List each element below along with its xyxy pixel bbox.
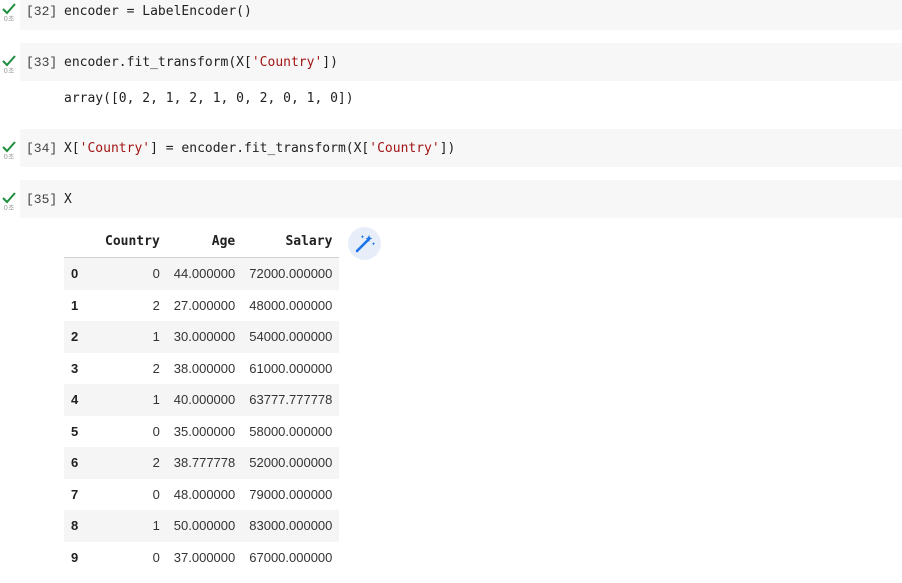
cell-country: 0	[152, 486, 160, 502]
table-row: 9 0 37.000000 67000.000000	[64, 542, 339, 574]
cell-age: 38.000000	[173, 360, 236, 376]
execution-count: [32]	[26, 4, 58, 19]
code-text: X['Country'] = encoder.fit_transform(X['…	[64, 141, 456, 156]
cell-age: 27.000000	[173, 297, 236, 313]
code-editor[interactable]	[20, 180, 902, 218]
execution-count: [35]	[26, 192, 58, 207]
execution-count: [34]	[26, 141, 58, 156]
row-index: 1	[71, 297, 79, 313]
row-index: 6	[71, 455, 79, 471]
row-index: 0	[71, 266, 79, 282]
cell-age: 38.777778	[173, 455, 236, 471]
cell-salary: 63777.777778	[249, 392, 333, 408]
table-row: 6 2 38.777778 52000.000000	[64, 447, 340, 479]
cell-salary: 52000.000000	[249, 455, 333, 471]
run-time: 0초	[3, 153, 15, 161]
run-time: 0초	[3, 204, 15, 212]
cell-age: 50.000000	[173, 518, 236, 534]
cell-country: 2	[152, 360, 160, 376]
table-row: 0 0 44.000000 72000.000000	[64, 257, 340, 290]
column-header-country: Country	[98, 226, 167, 258]
interactive-table-button[interactable]	[348, 227, 381, 260]
check-icon	[2, 3, 16, 15]
code-text: encoder = LabelEncoder()	[64, 4, 252, 19]
cell-age: 35.000000	[173, 423, 236, 439]
row-index: 3	[71, 360, 79, 376]
table-row: 1 2 27.000000 48000.000000	[64, 290, 339, 322]
cell-country: 1	[152, 518, 160, 534]
code-text: encoder.fit_transform(X['Country'])	[64, 55, 338, 70]
check-icon	[2, 192, 16, 204]
execution-count: [33]	[26, 55, 58, 70]
cell-salary: 79000.000000	[249, 486, 333, 502]
table-row: 2 1 30.000000 54000.000000	[64, 321, 340, 353]
column-header-salary: Salary	[242, 226, 340, 258]
run-time: 0초	[3, 15, 15, 23]
row-index: 5	[71, 423, 79, 439]
table-header-row: Country Age Salary	[64, 226, 340, 258]
cell-salary: 58000.000000	[249, 423, 333, 439]
row-index: 4	[71, 392, 79, 408]
run-status[interactable]: 0초	[0, 54, 18, 75]
code-text: X	[64, 192, 72, 207]
cell-country: 2	[152, 297, 160, 313]
run-status[interactable]: 0초	[0, 2, 18, 23]
cell-country: 1	[152, 392, 160, 408]
cell-country: 0	[152, 423, 160, 439]
cell-salary: 72000.000000	[249, 266, 333, 282]
row-index: 9	[71, 549, 79, 565]
table-row: 3 2 38.000000 61000.000000	[64, 353, 339, 385]
magic-wand-icon	[355, 235, 376, 253]
row-index: 8	[71, 518, 79, 534]
row-index: 2	[71, 329, 79, 345]
cell-salary: 48000.000000	[249, 297, 333, 313]
cell-salary: 54000.000000	[249, 329, 333, 345]
table-row: 7 0 48.000000 79000.000000	[64, 479, 339, 511]
check-icon	[2, 141, 16, 153]
run-status[interactable]: 0초	[0, 140, 18, 161]
cell-salary: 83000.000000	[249, 518, 333, 534]
run-status[interactable]: 0초	[0, 191, 18, 212]
cell-country: 1	[152, 329, 160, 345]
cell-country: 2	[152, 455, 160, 471]
cell-age: 40.000000	[173, 392, 236, 408]
cell-salary: 61000.000000	[249, 360, 333, 376]
cell-salary: 67000.000000	[249, 549, 333, 565]
cell-country: 0	[152, 266, 160, 282]
row-index: 7	[71, 486, 79, 502]
table-row: 4 1 40.000000 63777.777778	[64, 384, 340, 416]
cell-age: 48.000000	[173, 486, 236, 502]
index-header	[64, 226, 98, 258]
cell-output: array([0, 2, 1, 2, 1, 0, 2, 0, 1, 0])	[64, 91, 354, 106]
cell-age: 44.000000	[173, 266, 236, 282]
column-header-age: Age	[166, 226, 243, 258]
table-row: 5 0 35.000000 58000.000000	[64, 416, 339, 448]
cell-age: 30.000000	[173, 329, 236, 345]
table-row: 8 1 50.000000 83000.000000	[64, 510, 340, 542]
check-icon	[2, 55, 16, 67]
cell-age: 37.000000	[173, 549, 236, 565]
dataframe-table: Country Age Salary 0 0 44.000000 72000.0000…	[64, 226, 340, 574]
run-time: 0초	[3, 67, 15, 75]
cell-country: 0	[152, 549, 160, 565]
